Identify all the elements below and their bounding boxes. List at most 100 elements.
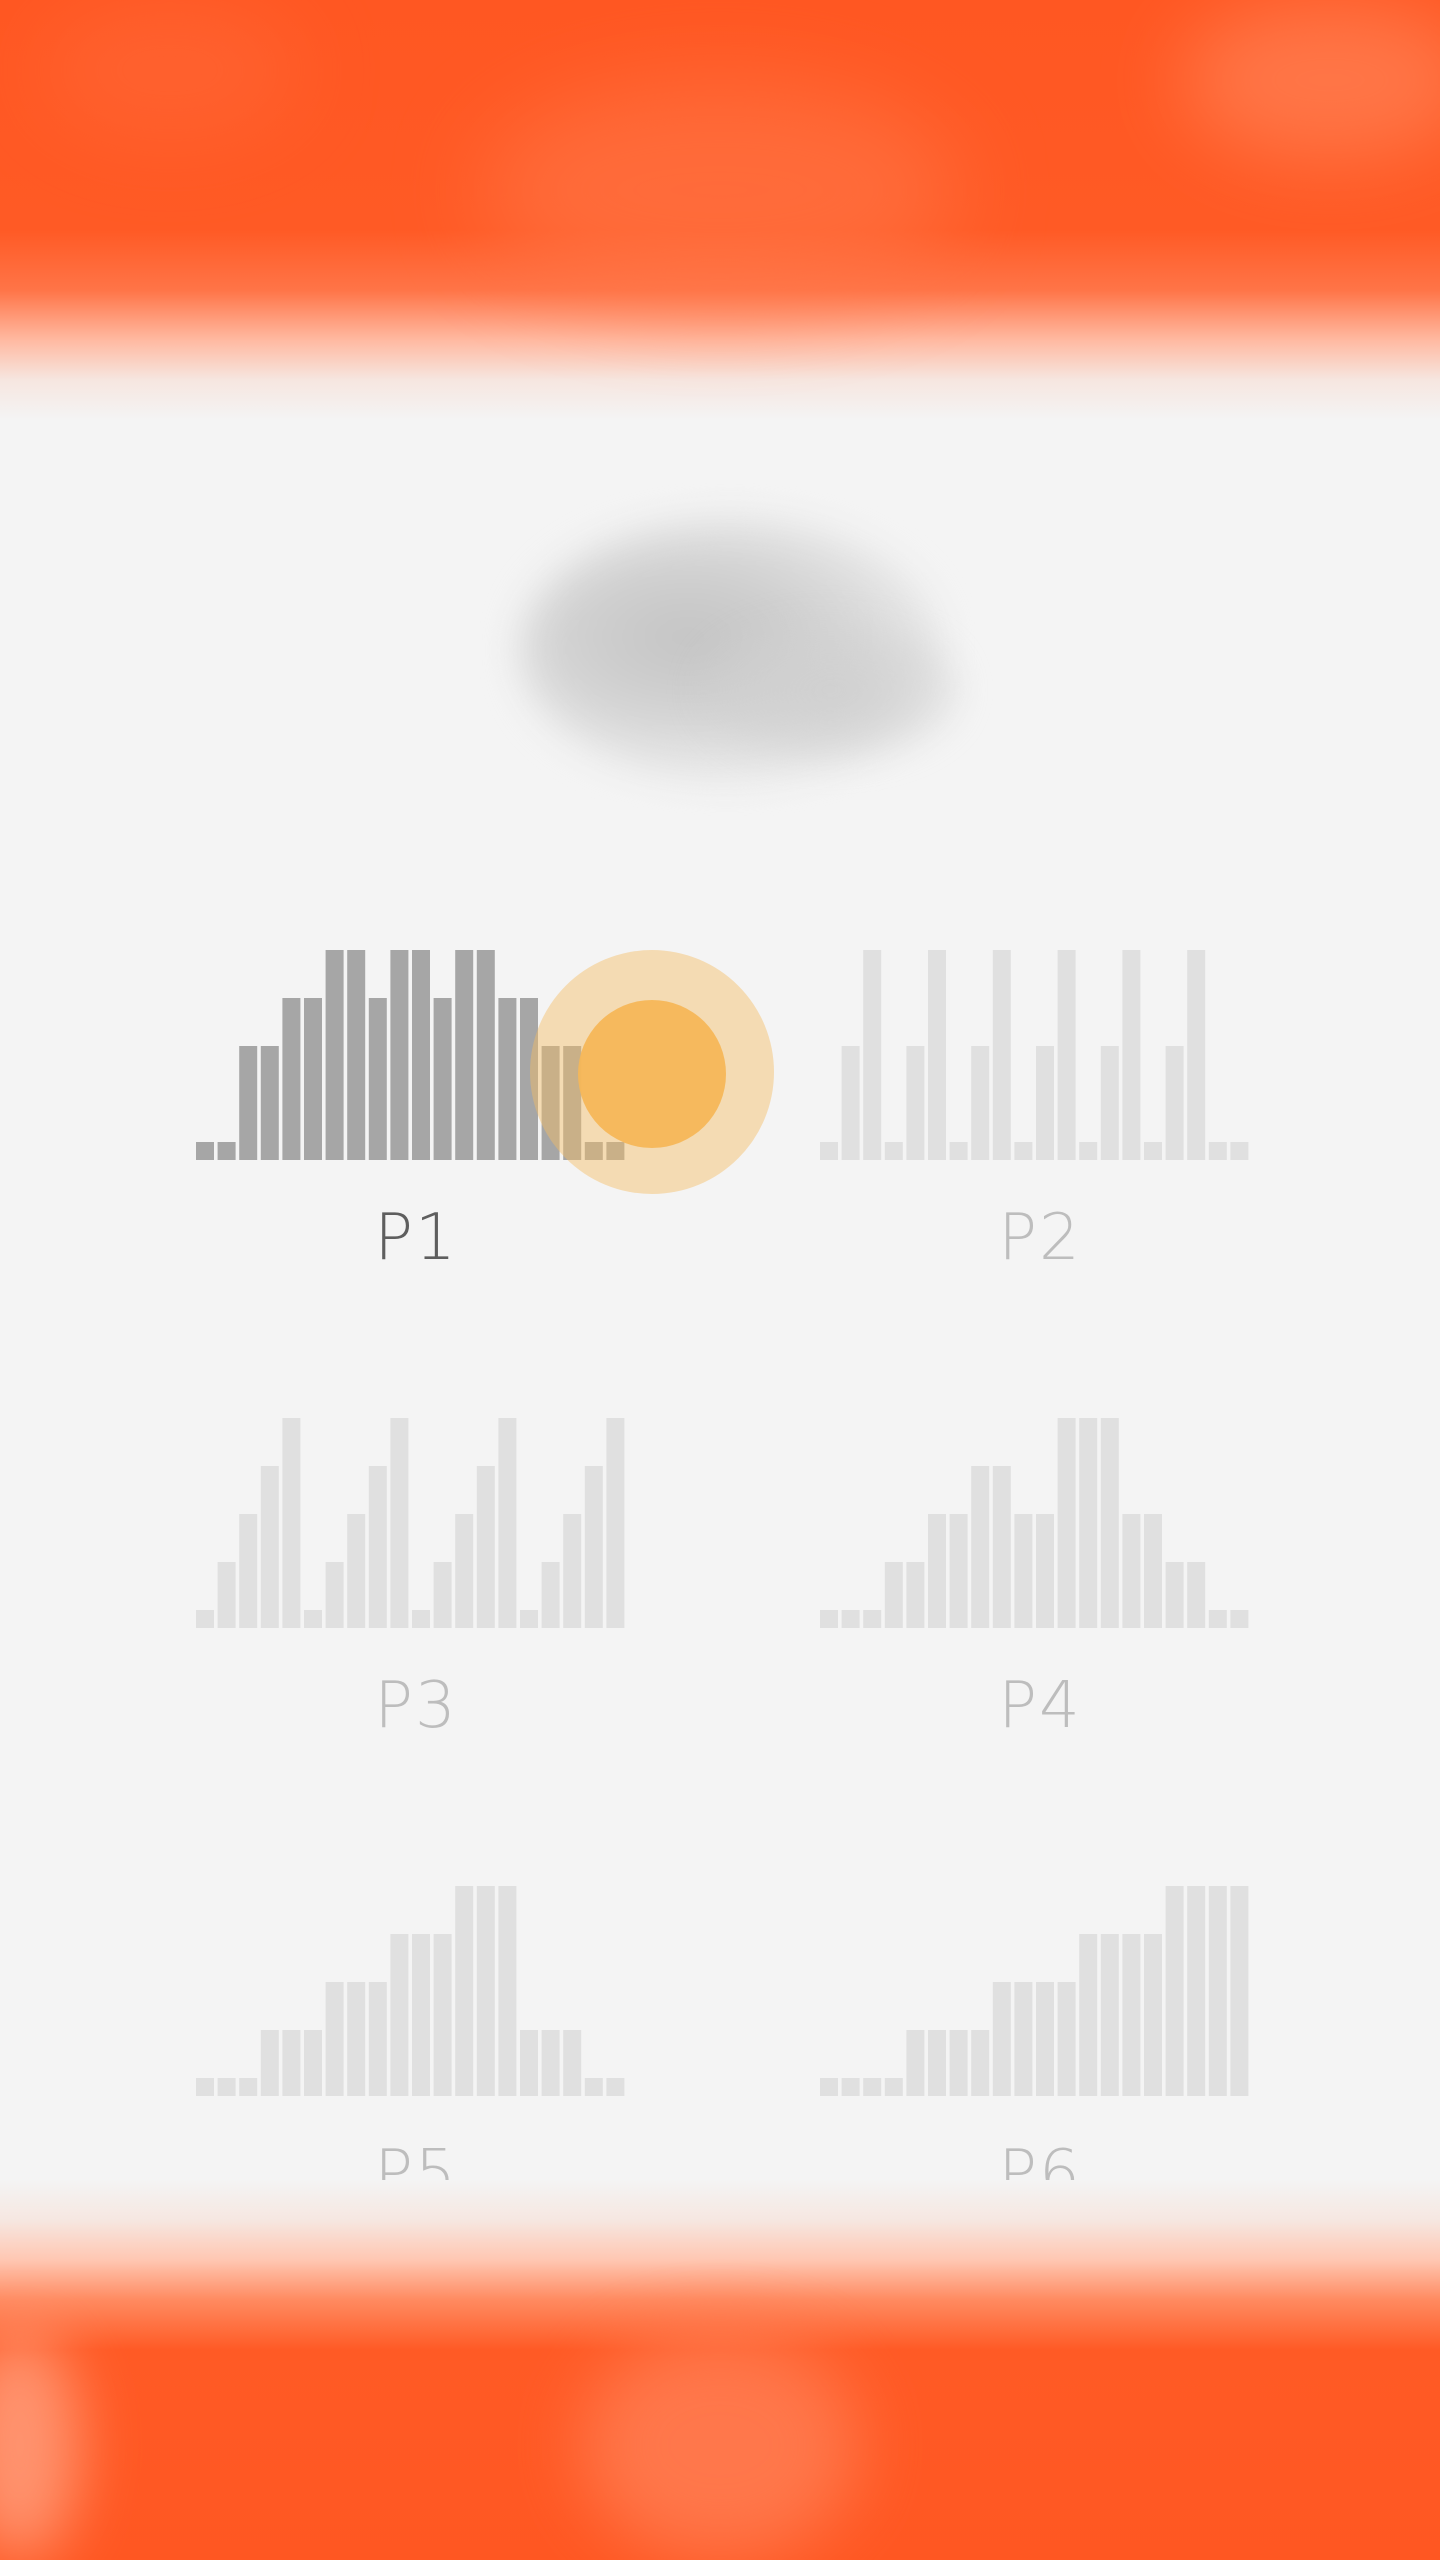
pattern-bar	[820, 1142, 838, 1160]
pattern-bar	[476, 1466, 495, 1628]
pattern-bar	[906, 2030, 925, 2096]
pattern-bar	[196, 1610, 214, 1628]
pattern-bar	[884, 1142, 903, 1160]
pattern-bar	[884, 1562, 903, 1628]
pattern-bar	[1165, 1046, 1184, 1160]
pattern-label: P1	[374, 1201, 458, 1275]
pattern-bars	[820, 1886, 1249, 2096]
pattern-bar	[820, 1610, 838, 1628]
pattern-bar	[1100, 1046, 1119, 1160]
pattern-bar	[304, 998, 322, 1160]
pattern-label: P3	[374, 1669, 458, 1743]
pattern-bar	[928, 950, 946, 1160]
pattern-bar	[863, 1610, 882, 1628]
pattern-bar	[412, 1934, 430, 2096]
pattern-bar	[863, 950, 882, 1160]
pattern-bar	[1079, 1418, 1098, 1628]
pattern-bar	[1208, 1142, 1227, 1160]
pattern-bar	[1057, 1982, 1076, 2096]
pattern-bar	[325, 1982, 344, 2096]
pattern-bar	[325, 1562, 344, 1628]
pattern-bar	[239, 1046, 258, 1160]
pattern-bar	[1187, 1886, 1206, 2096]
pattern-bar	[433, 998, 452, 1160]
pattern-bar	[1165, 1886, 1184, 2096]
pattern-bar	[217, 1142, 236, 1160]
pattern-label: P2	[998, 1201, 1082, 1275]
pattern-bar	[1230, 1886, 1249, 2096]
header-glow	[40, 0, 300, 140]
pattern-bar	[841, 2078, 860, 2096]
pattern-bar	[1187, 1562, 1206, 1628]
pattern-bar	[498, 998, 517, 1160]
pattern-bar	[928, 1514, 946, 1628]
footer-glow	[580, 2330, 860, 2560]
pattern-bar	[820, 2078, 838, 2096]
blurred-center-graphic	[700, 620, 960, 760]
pattern-bar	[1100, 1418, 1119, 1628]
header-glow	[480, 80, 960, 300]
pattern-bar	[260, 1466, 279, 1628]
pattern-bar	[541, 1562, 560, 1628]
pattern-bars	[820, 1418, 1249, 1628]
pattern-bar	[282, 998, 301, 1160]
pattern-bar	[412, 950, 430, 1160]
pattern-bar	[606, 2078, 625, 2096]
pattern-bar	[1208, 1886, 1227, 2096]
pattern-bar	[412, 1610, 430, 1628]
pattern-bars	[196, 1418, 625, 1628]
pattern-bar	[1122, 1514, 1141, 1628]
pattern-bar	[304, 2030, 322, 2096]
pattern-bar	[217, 1562, 236, 1628]
pattern-bar	[949, 1514, 968, 1628]
pattern-bar	[992, 1466, 1011, 1628]
pattern-bar	[992, 950, 1011, 1160]
pattern-bar	[260, 2030, 279, 2096]
pattern-bar	[863, 2078, 882, 2096]
pattern-bar	[584, 1466, 603, 1628]
pattern-bars	[196, 1886, 625, 2096]
pattern-bar	[1057, 950, 1076, 1160]
pattern-bar	[563, 1514, 582, 1628]
pattern-bar	[1165, 1562, 1184, 1628]
pattern-bar	[1036, 1046, 1054, 1160]
pattern-bar	[196, 2078, 214, 2096]
pattern-bar	[1144, 1514, 1162, 1628]
pattern-bar	[541, 2030, 560, 2096]
pattern-bar	[282, 2030, 301, 2096]
pattern-bar	[1122, 1934, 1141, 2096]
pattern-bar	[1122, 950, 1141, 1160]
pattern-bars	[820, 950, 1249, 1160]
pattern-bar	[520, 1610, 538, 1628]
pattern-bar	[906, 1046, 925, 1160]
pattern-bar	[906, 1562, 925, 1628]
pattern-bar	[563, 2030, 582, 2096]
pattern-bar	[1057, 1418, 1076, 1628]
pattern-bar	[476, 1886, 495, 2096]
pattern-bar	[1036, 1982, 1054, 2096]
pattern-bar	[1100, 1934, 1119, 2096]
pattern-bar	[1230, 1142, 1249, 1160]
touch-indicator	[578, 1000, 726, 1148]
pattern-bar	[347, 1982, 366, 2096]
pattern-bar	[217, 2078, 236, 2096]
pattern-bar	[455, 950, 474, 1160]
pattern-bar	[949, 1142, 968, 1160]
pattern-bar	[606, 1418, 625, 1628]
pattern-bar	[455, 1514, 474, 1628]
pattern-bar	[498, 1418, 517, 1628]
pattern-bar	[304, 1610, 322, 1628]
pattern-bar	[476, 950, 495, 1160]
pattern-bar	[584, 2078, 603, 2096]
pattern-bar	[1079, 1934, 1098, 2096]
pattern-bar	[1187, 950, 1206, 1160]
pattern-bar	[455, 1886, 474, 2096]
pattern-bar	[390, 1934, 409, 2096]
pattern-bar	[1144, 1142, 1162, 1160]
pattern-bar	[1014, 1142, 1033, 1160]
pattern-bar	[971, 1046, 990, 1160]
pattern-bar	[282, 1418, 301, 1628]
pattern-bar	[971, 2030, 990, 2096]
pattern-bar	[928, 2030, 946, 2096]
pattern-bar	[368, 1466, 387, 1628]
